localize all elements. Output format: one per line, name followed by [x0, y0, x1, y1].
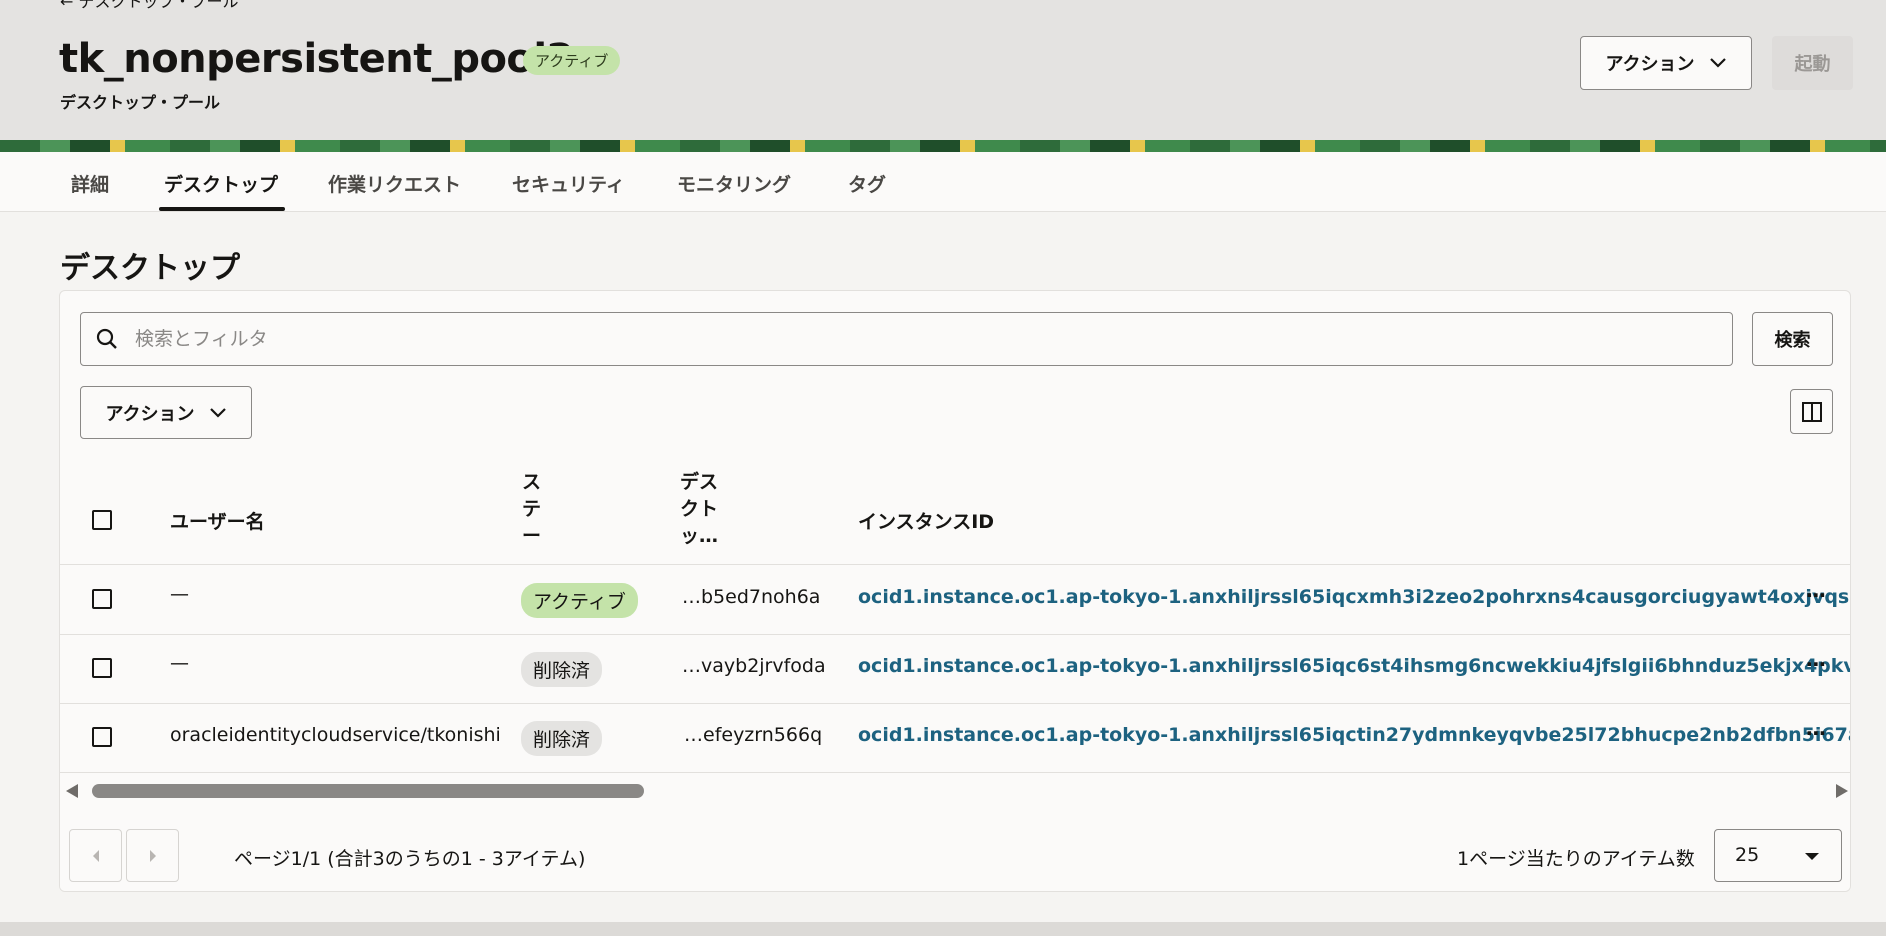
chevron-down-icon: [209, 407, 226, 418]
pagination: ページ1/1 (合計3のうちの1 - 3アイテム) 1ページ当たりのアイテム数 …: [60, 802, 1850, 891]
columns-icon: [1801, 401, 1822, 422]
row-checkbox[interactable]: [92, 658, 112, 678]
instance-id-link[interactable]: ocid1.instance.oc1.ap-tokyo-1.anxhiljrss…: [858, 724, 1850, 746]
tab-security[interactable]: セキュリティ: [512, 170, 625, 197]
actions-menu-button[interactable]: アクション: [1580, 36, 1752, 90]
user-name: —: [170, 583, 189, 605]
search-icon: [96, 328, 117, 349]
previous-page-button[interactable]: [69, 829, 122, 882]
breadcrumb[interactable]: ← デスクトップ・プール: [60, 0, 239, 12]
status-badge: アクティブ: [521, 583, 638, 618]
page-subtitle: デスクトップ・プール: [60, 93, 221, 112]
search-input[interactable]: [80, 312, 1733, 366]
row-menu-button[interactable]: ⋯: [1806, 652, 1826, 676]
list-actions-label: アクション: [105, 403, 195, 425]
decorative-banner: [0, 140, 1886, 152]
selected-tab-indicator: [159, 207, 285, 211]
tab-work-requests[interactable]: 作業リクエスト: [328, 170, 461, 197]
user-name: oracleidentitycloudservice/tkonishi: [170, 724, 501, 746]
status-badge: 削除済: [521, 652, 603, 687]
table-header: ユーザー名 ステー デスクトッ… インスタンスID: [60, 471, 1850, 565]
tab-details[interactable]: 詳細: [71, 170, 109, 197]
columns-toggle-button[interactable]: [1790, 389, 1833, 434]
tab-tags[interactable]: タグ: [848, 170, 886, 197]
instance-id-link[interactable]: ocid1.instance.oc1.ap-tokyo-1.anxhiljrss…: [858, 586, 1850, 608]
table-row: — アクティブ …b5ed7noh6a ocid1.instance.oc1.a…: [60, 566, 1850, 635]
status-badge: アクティブ: [523, 46, 621, 75]
next-page-button[interactable]: [126, 829, 179, 882]
user-name: —: [170, 652, 189, 674]
column-header-desktop[interactable]: デスクトッ…: [680, 469, 720, 550]
instance-id-link[interactable]: ocid1.instance.oc1.ap-tokyo-1.anxhiljrss…: [858, 655, 1850, 677]
items-per-page-value: 25: [1735, 844, 1760, 866]
scrollbar-thumb[interactable]: [92, 784, 644, 798]
scroll-right-arrow-icon[interactable]: [1836, 784, 1848, 798]
section-title: デスクトップ: [60, 251, 240, 286]
status-badge: 削除済: [521, 721, 603, 756]
list-actions-button[interactable]: アクション: [80, 386, 252, 439]
table-row: — 削除済 …vayb2jrvfoda ocid1.instance.oc1.a…: [60, 635, 1850, 704]
pagination-summary: ページ1/1 (合計3のうちの1 - 3アイテム): [234, 848, 586, 870]
desktop-id: …vayb2jrvfoda: [682, 655, 826, 677]
chevron-right-icon: [149, 849, 156, 862]
caret-down-icon: [1805, 853, 1819, 860]
desktop-id: …b5ed7noh6a: [682, 586, 821, 608]
table-row: oracleidentitycloudservice/tkonishi 削除済 …: [60, 704, 1850, 773]
footer-strip: [0, 922, 1886, 936]
search-button[interactable]: 検索: [1752, 312, 1833, 366]
page-title: tk_nonpersistent_pool2: [59, 36, 574, 82]
actions-label: アクション: [1605, 54, 1695, 75]
column-header-status[interactable]: ステー: [522, 469, 552, 550]
horizontal-scrollbar[interactable]: [60, 780, 1850, 802]
select-all-checkbox[interactable]: [92, 510, 112, 530]
desktop-id: …efeyzrn566q: [684, 724, 823, 746]
scroll-left-arrow-icon[interactable]: [66, 784, 78, 798]
chevron-down-icon: [1709, 58, 1726, 68]
items-per-page-label: 1ページ当たりのアイテム数: [1457, 848, 1695, 870]
items-per-page-select[interactable]: 25: [1714, 829, 1842, 882]
column-header-instance-id[interactable]: インスタンスID: [858, 507, 994, 534]
launch-button[interactable]: 起動: [1772, 36, 1853, 90]
tab-desktops[interactable]: デスクトップ: [164, 170, 278, 197]
row-checkbox[interactable]: [92, 589, 112, 609]
desktops-card: 検索 アクション ユーザー名 ステー デスクトッ… インスタンスID — アクテ…: [59, 290, 1851, 892]
row-checkbox[interactable]: [92, 727, 112, 747]
tab-bar: 詳細 デスクトップ 作業リクエスト セキュリティ モニタリング タグ: [0, 152, 1886, 212]
tab-monitoring[interactable]: モニタリング: [677, 170, 791, 197]
row-menu-button[interactable]: ⋯: [1806, 583, 1826, 607]
page-header: ← デスクトップ・プール tk_nonpersistent_pool2 アクティ…: [0, 0, 1886, 140]
row-menu-button[interactable]: ⋯: [1806, 721, 1826, 745]
column-header-user[interactable]: ユーザー名: [170, 507, 265, 534]
chevron-left-icon: [92, 849, 99, 862]
